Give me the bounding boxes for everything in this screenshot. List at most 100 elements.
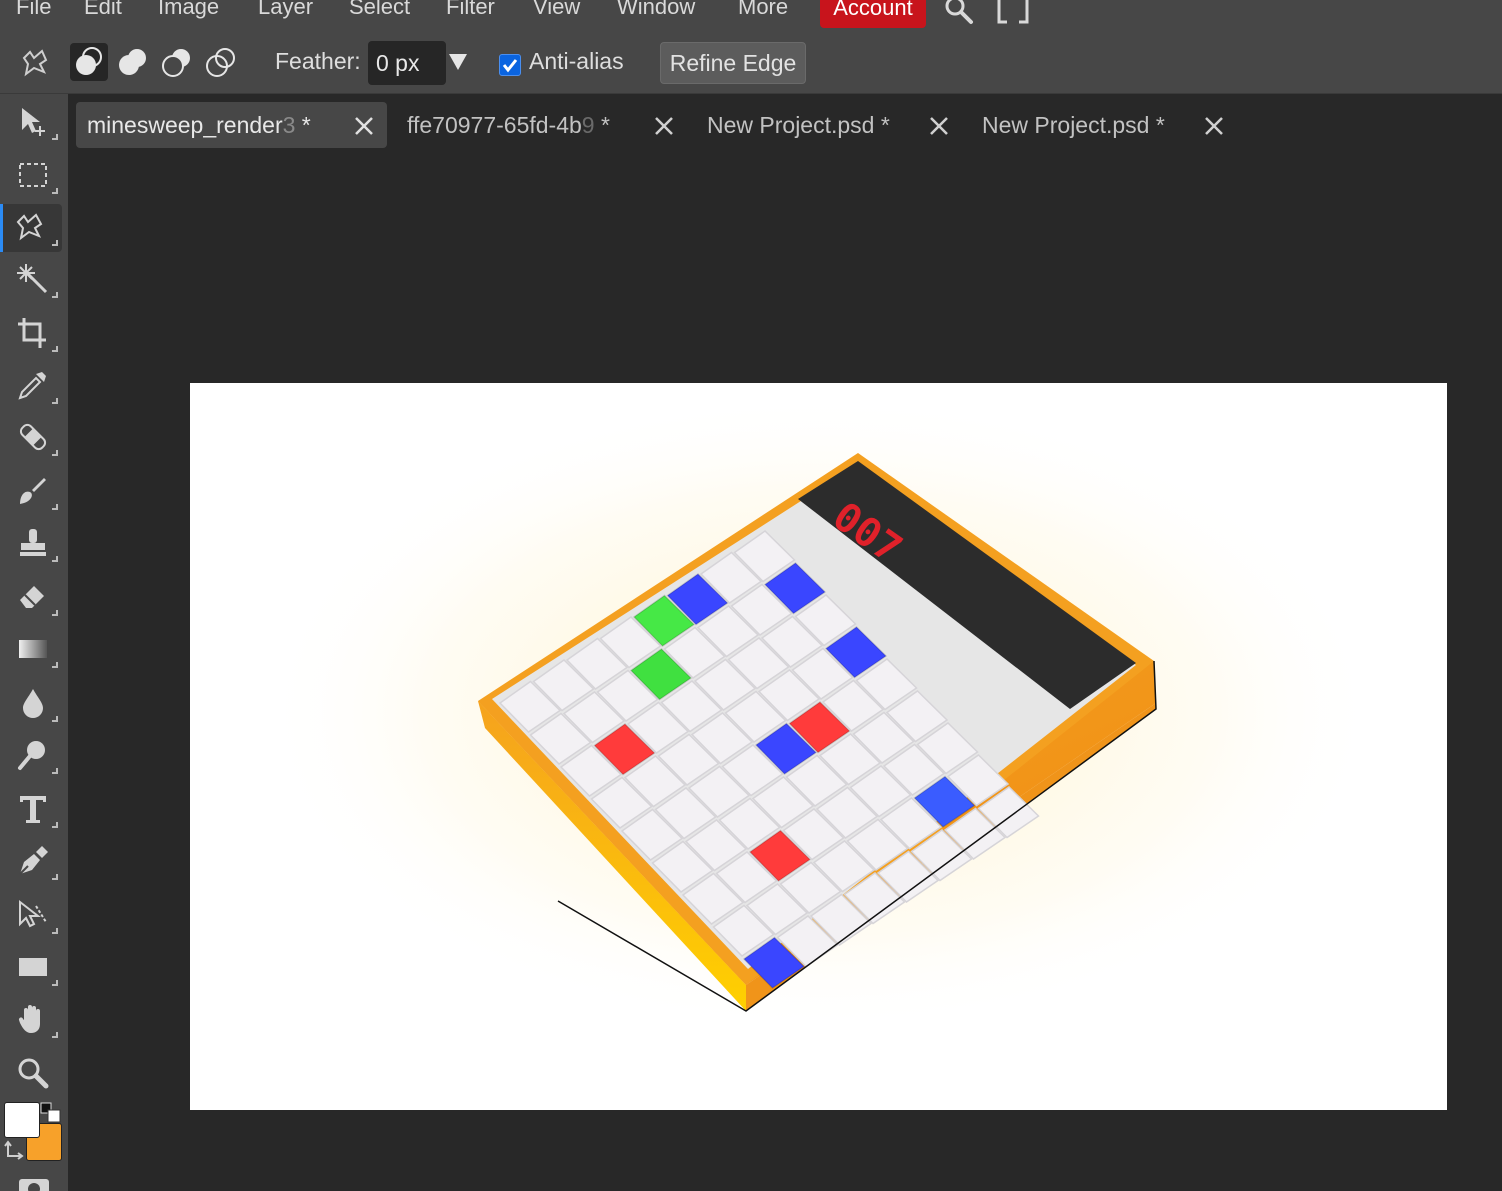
stamp-tool[interactable]	[6, 520, 62, 568]
shape-tool[interactable]	[6, 944, 62, 992]
crop-icon	[18, 318, 46, 348]
type-tool[interactable]	[6, 786, 62, 834]
zoom-tool[interactable]	[6, 1050, 62, 1098]
eyedropper-tool[interactable]	[6, 362, 62, 410]
document-canvas[interactable]: 007	[190, 383, 1447, 1110]
feather-dropdown-icon[interactable]	[448, 52, 468, 72]
move-arrow-icon	[22, 108, 45, 136]
selection-subtract-icon	[162, 49, 190, 77]
magic-wand-tool[interactable]	[6, 256, 62, 304]
tool-expander	[52, 450, 58, 456]
tool-expander	[52, 716, 58, 722]
tool-expander	[52, 188, 58, 194]
tool-expander	[52, 292, 58, 298]
tool-expander	[52, 134, 58, 140]
tool-expander	[52, 874, 58, 880]
tool-expander	[52, 346, 58, 352]
dodge-icon	[18, 741, 45, 770]
selection-intersect-button[interactable]	[202, 43, 240, 81]
marquee-tool[interactable]	[6, 152, 62, 200]
close-icon[interactable]	[1204, 116, 1224, 136]
path-select-tool[interactable]	[6, 892, 62, 940]
menu-image[interactable]: Image	[158, 0, 219, 24]
hand-icon	[18, 1005, 40, 1033]
tool-panel	[0, 94, 68, 1191]
minesweeper-render-image: 007	[260, 393, 1380, 1033]
path-select-icon	[19, 899, 47, 928]
tool-expander	[52, 662, 58, 668]
swap-colors-icon[interactable]	[4, 1140, 26, 1162]
move-tool[interactable]	[6, 98, 62, 146]
fullscreen-icon[interactable]	[997, 0, 1029, 26]
tool-expander	[52, 822, 58, 828]
pen-tool[interactable]	[6, 838, 62, 886]
menu-filter[interactable]: Filter	[446, 0, 495, 24]
pen-icon	[19, 846, 48, 875]
dodge-tool[interactable]	[6, 732, 62, 780]
magnifier-icon	[18, 1058, 49, 1089]
tool-expander	[52, 980, 58, 986]
tab-title: New Project.psd *	[707, 112, 890, 138]
brush-icon	[20, 478, 46, 504]
tab-title: minesweep_render3 *	[87, 112, 311, 138]
selection-add-button[interactable]	[114, 43, 152, 81]
gradient-tool[interactable]	[6, 626, 62, 674]
menu-file[interactable]: File	[16, 0, 51, 24]
healing-tool[interactable]	[6, 414, 62, 462]
quick-mask-icon[interactable]	[18, 1178, 50, 1191]
eraser-tool[interactable]	[6, 574, 62, 622]
menu-view[interactable]: View	[533, 0, 580, 24]
tool-expander	[52, 240, 58, 246]
menu-edit[interactable]: Edit	[84, 0, 122, 24]
tool-expander	[52, 504, 58, 510]
anti-alias-label: Anti-alias	[529, 48, 624, 74]
account-button[interactable]: Account	[820, 0, 926, 28]
menu-window[interactable]: Window	[617, 0, 695, 24]
gradient-icon	[19, 640, 47, 658]
tool-expander	[52, 610, 58, 616]
rectangle-shape-icon	[19, 958, 47, 976]
close-icon[interactable]	[654, 116, 674, 136]
lasso-icon	[16, 213, 43, 241]
checkmark-icon	[502, 59, 518, 73]
selection-add-icon	[119, 49, 146, 75]
blur-tool[interactable]	[6, 680, 62, 728]
tab-title: ffe70977-65fd-4b9 *	[407, 112, 610, 138]
marquee-rect-icon	[19, 163, 47, 187]
document-tabs: minesweep_render3 * ffe70977-65fd-4b9 * …	[68, 94, 1502, 154]
selection-new-button[interactable]	[70, 43, 108, 81]
lasso-tool[interactable]	[0, 204, 62, 252]
close-icon[interactable]	[929, 116, 949, 136]
close-icon[interactable]	[354, 116, 374, 136]
search-icon[interactable]	[944, 0, 974, 26]
tool-expander	[52, 928, 58, 934]
options-bar: Feather: 0 px Anti-alias Refine Edge	[0, 30, 1502, 94]
refine-edge-button[interactable]: Refine Edge	[660, 42, 806, 84]
tool-expander	[52, 1032, 58, 1038]
crop-tool[interactable]	[6, 310, 62, 358]
menu-select[interactable]: Select	[349, 0, 410, 24]
tab-new-project-2[interactable]: New Project.psd *	[982, 102, 1232, 148]
tab-new-project-1[interactable]: New Project.psd *	[707, 102, 957, 148]
tab-ffe70977[interactable]: ffe70977-65fd-4b9 *	[407, 102, 679, 148]
lasso-preset-icon[interactable]	[18, 46, 52, 80]
feather-label: Feather:	[275, 48, 361, 74]
feather-input[interactable]: 0 px	[368, 41, 446, 85]
anti-alias-checkbox[interactable]	[499, 54, 521, 76]
menu-more[interactable]: More	[738, 0, 788, 24]
selection-subtract-button[interactable]	[158, 43, 196, 81]
brush-tool[interactable]	[6, 468, 62, 516]
water-drop-icon	[23, 689, 43, 718]
foreground-color-swatch[interactable]	[4, 1102, 40, 1138]
default-colors-icon[interactable]	[40, 1102, 64, 1124]
menu-layer[interactable]: Layer	[258, 0, 313, 24]
magic-wand-icon	[17, 264, 48, 294]
tool-expander	[52, 768, 58, 774]
hand-tool[interactable]	[6, 996, 62, 1044]
tool-expander	[52, 556, 58, 562]
eyedropper-icon	[18, 372, 46, 400]
bandage-icon	[19, 423, 47, 451]
eraser-icon	[20, 586, 44, 608]
tab-minesweep-render[interactable]: minesweep_render3 *	[76, 102, 387, 148]
selection-new-icon	[76, 47, 102, 75]
